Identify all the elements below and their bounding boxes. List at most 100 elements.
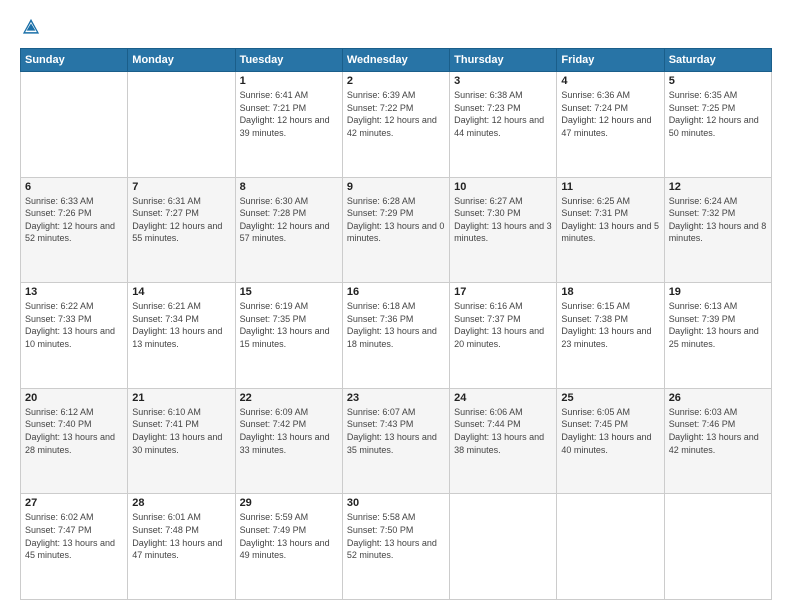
calendar-cell: 12 Sunrise: 6:24 AM Sunset: 7:32 PM Dayli… <box>664 177 771 283</box>
day-number: 28 <box>132 497 230 509</box>
logo <box>20 16 46 38</box>
calendar-cell: 30 Sunrise: 5:58 AM Sunset: 7:50 PM Dayli… <box>342 494 449 600</box>
day-info: Sunrise: 6:18 AM Sunset: 7:36 PM Dayligh… <box>347 300 445 350</box>
logo-icon <box>20 16 42 38</box>
day-info: Sunrise: 6:27 AM Sunset: 7:30 PM Dayligh… <box>454 195 552 245</box>
calendar-cell: 27 Sunrise: 6:02 AM Sunset: 7:47 PM Dayli… <box>21 494 128 600</box>
day-number: 25 <box>561 392 659 404</box>
calendar-cell: 1 Sunrise: 6:41 AM Sunset: 7:21 PM Daylig… <box>235 72 342 178</box>
day-info: Sunrise: 6:02 AM Sunset: 7:47 PM Dayligh… <box>25 511 123 561</box>
day-number: 30 <box>347 497 445 509</box>
day-number: 9 <box>347 181 445 193</box>
calendar-cell: 6Sunrise: 6:33 AM Sunset: 7:26 PM Daylig… <box>21 177 128 283</box>
day-info: Sunrise: 6:30 AM Sunset: 7:28 PM Dayligh… <box>240 195 338 245</box>
day-number: 19 <box>669 286 767 298</box>
day-info: Sunrise: 6:09 AM Sunset: 7:42 PM Dayligh… <box>240 406 338 456</box>
day-info: Sunrise: 6:31 AM Sunset: 7:27 PM Dayligh… <box>132 195 230 245</box>
day-number: 16 <box>347 286 445 298</box>
day-info: Sunrise: 6:05 AM Sunset: 7:45 PM Dayligh… <box>561 406 659 456</box>
calendar-cell: 10 Sunrise: 6:27 AM Sunset: 7:30 PM Dayli… <box>450 177 557 283</box>
calendar-cell: 23 Sunrise: 6:07 AM Sunset: 7:43 PM Dayli… <box>342 388 449 494</box>
day-number: 21 <box>132 392 230 404</box>
calendar-week-3: 13Sunrise: 6:22 AM Sunset: 7:33 PM Dayli… <box>21 283 772 389</box>
day-number: 15 <box>240 286 338 298</box>
day-number: 27 <box>25 497 123 509</box>
day-info: Sunrise: 6:35 AM Sunset: 7:25 PM Dayligh… <box>669 89 767 139</box>
day-number: 12 <box>669 181 767 193</box>
calendar-cell: 3 Sunrise: 6:38 AM Sunset: 7:23 PM Daylig… <box>450 72 557 178</box>
day-info: Sunrise: 6:38 AM Sunset: 7:23 PM Dayligh… <box>454 89 552 139</box>
calendar-cell: 13Sunrise: 6:22 AM Sunset: 7:33 PM Dayli… <box>21 283 128 389</box>
calendar-cell: 28 Sunrise: 6:01 AM Sunset: 7:48 PM Dayli… <box>128 494 235 600</box>
calendar-cell: 4Sunrise: 6:36 AM Sunset: 7:24 PM Daylig… <box>557 72 664 178</box>
day-number: 11 <box>561 181 659 193</box>
calendar-cell: 8 Sunrise: 6:30 AM Sunset: 7:28 PM Daylig… <box>235 177 342 283</box>
day-number: 17 <box>454 286 552 298</box>
day-number: 23 <box>347 392 445 404</box>
day-number: 5 <box>669 75 767 87</box>
day-number: 29 <box>240 497 338 509</box>
calendar-header-row: Sunday Monday Tuesday Wednesday Thursday… <box>21 49 772 72</box>
calendar-cell <box>664 494 771 600</box>
day-number: 8 <box>240 181 338 193</box>
day-number: 7 <box>132 181 230 193</box>
calendar-cell: 14Sunrise: 6:21 AM Sunset: 7:34 PM Dayli… <box>128 283 235 389</box>
day-number: 22 <box>240 392 338 404</box>
day-number: 6 <box>25 181 123 193</box>
day-info: Sunrise: 6:03 AM Sunset: 7:46 PM Dayligh… <box>669 406 767 456</box>
day-number: 2 <box>347 75 445 87</box>
calendar-cell: 15 Sunrise: 6:19 AM Sunset: 7:35 PM Dayli… <box>235 283 342 389</box>
col-thursday: Thursday <box>450 49 557 72</box>
col-friday: Friday <box>557 49 664 72</box>
col-sunday: Sunday <box>21 49 128 72</box>
calendar-cell: 18 Sunrise: 6:15 AM Sunset: 7:38 PM Dayli… <box>557 283 664 389</box>
day-info: Sunrise: 6:07 AM Sunset: 7:43 PM Dayligh… <box>347 406 445 456</box>
day-info: Sunrise: 6:10 AM Sunset: 7:41 PM Dayligh… <box>132 406 230 456</box>
calendar-cell: 19Sunrise: 6:13 AM Sunset: 7:39 PM Dayli… <box>664 283 771 389</box>
calendar-cell: 26 Sunrise: 6:03 AM Sunset: 7:46 PM Dayli… <box>664 388 771 494</box>
calendar-cell: 25 Sunrise: 6:05 AM Sunset: 7:45 PM Dayli… <box>557 388 664 494</box>
day-number: 24 <box>454 392 552 404</box>
day-number: 10 <box>454 181 552 193</box>
day-number: 26 <box>669 392 767 404</box>
day-number: 13 <box>25 286 123 298</box>
day-info: Sunrise: 6:28 AM Sunset: 7:29 PM Dayligh… <box>347 195 445 245</box>
day-info: Sunrise: 6:06 AM Sunset: 7:44 PM Dayligh… <box>454 406 552 456</box>
day-number: 3 <box>454 75 552 87</box>
calendar-week-5: 27 Sunrise: 6:02 AM Sunset: 7:47 PM Dayli… <box>21 494 772 600</box>
day-info: Sunrise: 5:58 AM Sunset: 7:50 PM Dayligh… <box>347 511 445 561</box>
calendar-cell: 2 Sunrise: 6:39 AM Sunset: 7:22 PM Daylig… <box>342 72 449 178</box>
day-info: Sunrise: 6:12 AM Sunset: 7:40 PM Dayligh… <box>25 406 123 456</box>
day-info: Sunrise: 6:25 AM Sunset: 7:31 PM Dayligh… <box>561 195 659 245</box>
col-saturday: Saturday <box>664 49 771 72</box>
calendar-cell <box>450 494 557 600</box>
calendar-cell: 29 Sunrise: 5:59 AM Sunset: 7:49 PM Dayli… <box>235 494 342 600</box>
calendar-cell: 21 Sunrise: 6:10 AM Sunset: 7:41 PM Dayli… <box>128 388 235 494</box>
day-info: Sunrise: 5:59 AM Sunset: 7:49 PM Dayligh… <box>240 511 338 561</box>
day-info: Sunrise: 6:41 AM Sunset: 7:21 PM Dayligh… <box>240 89 338 139</box>
calendar-cell: 22 Sunrise: 6:09 AM Sunset: 7:42 PM Dayli… <box>235 388 342 494</box>
day-number: 18 <box>561 286 659 298</box>
day-info: Sunrise: 6:36 AM Sunset: 7:24 PM Dayligh… <box>561 89 659 139</box>
calendar-week-1: 1 Sunrise: 6:41 AM Sunset: 7:21 PM Daylig… <box>21 72 772 178</box>
day-info: Sunrise: 6:15 AM Sunset: 7:38 PM Dayligh… <box>561 300 659 350</box>
col-tuesday: Tuesday <box>235 49 342 72</box>
calendar-table: Sunday Monday Tuesday Wednesday Thursday… <box>20 48 772 600</box>
calendar-cell: 7 Sunrise: 6:31 AM Sunset: 7:27 PM Daylig… <box>128 177 235 283</box>
day-number: 1 <box>240 75 338 87</box>
calendar-cell: 24 Sunrise: 6:06 AM Sunset: 7:44 PM Dayli… <box>450 388 557 494</box>
day-info: Sunrise: 6:39 AM Sunset: 7:22 PM Dayligh… <box>347 89 445 139</box>
calendar-cell: 17 Sunrise: 6:16 AM Sunset: 7:37 PM Dayli… <box>450 283 557 389</box>
day-info: Sunrise: 6:24 AM Sunset: 7:32 PM Dayligh… <box>669 195 767 245</box>
calendar-cell: 16 Sunrise: 6:18 AM Sunset: 7:36 PM Dayli… <box>342 283 449 389</box>
col-monday: Monday <box>128 49 235 72</box>
calendar-cell <box>21 72 128 178</box>
calendar-week-4: 20Sunrise: 6:12 AM Sunset: 7:40 PM Dayli… <box>21 388 772 494</box>
col-wednesday: Wednesday <box>342 49 449 72</box>
calendar-cell <box>128 72 235 178</box>
day-number: 14 <box>132 286 230 298</box>
day-info: Sunrise: 6:19 AM Sunset: 7:35 PM Dayligh… <box>240 300 338 350</box>
calendar-cell: 9 Sunrise: 6:28 AM Sunset: 7:29 PM Daylig… <box>342 177 449 283</box>
day-info: Sunrise: 6:16 AM Sunset: 7:37 PM Dayligh… <box>454 300 552 350</box>
day-info: Sunrise: 6:01 AM Sunset: 7:48 PM Dayligh… <box>132 511 230 561</box>
